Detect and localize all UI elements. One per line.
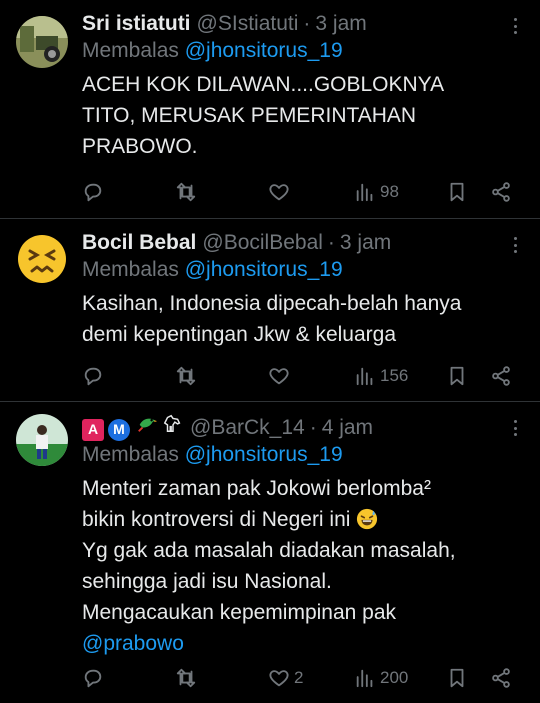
reply-prefix: Membalas: [82, 39, 179, 62]
horse-icon: [163, 414, 181, 432]
timestamp[interactable]: 3 jam: [340, 229, 391, 256]
bookmark-button[interactable]: [446, 364, 468, 388]
reply-mention-link[interactable]: @jhonsitorus_19: [185, 258, 343, 281]
reply-mention-link[interactable]: @jhonsitorus_19: [185, 443, 343, 466]
share-button[interactable]: [490, 364, 512, 388]
retweet-icon: [175, 181, 197, 203]
avatar[interactable]: [16, 414, 68, 466]
like-icon: [268, 181, 290, 203]
share-button[interactable]: [490, 666, 512, 690]
tweet-text-line-with-emoji: bikin kontroversi di Negeri ini: [82, 504, 524, 535]
reply-mention-link[interactable]: @jhonsitorus_19: [185, 39, 343, 62]
reply-icon: [82, 365, 104, 387]
tweet-text: ACEH KOK DILAWAN....GOBLOKNYA TITO, MERU…: [82, 73, 445, 158]
share-button[interactable]: [490, 180, 512, 204]
views-count: 200: [380, 668, 409, 687]
reply-button[interactable]: [82, 364, 104, 388]
reply-context: Membalas @jhonsitorus_19: [82, 37, 524, 65]
reply-prefix: Membalas: [82, 258, 179, 281]
views-button[interactable]: 200: [354, 666, 408, 690]
more-options-icon[interactable]: [510, 233, 520, 257]
retweet-icon: [175, 667, 197, 689]
views-icon: [354, 365, 376, 387]
separator-dot: ·: [327, 231, 335, 254]
parrot-icon: [138, 418, 158, 432]
retweet-button[interactable]: [175, 180, 197, 204]
tweet-1[interactable]: Sri istiatuti @SIstiatuti · 3 jam Membal…: [0, 0, 540, 219]
reply-button[interactable]: [82, 666, 104, 690]
reply-icon: [82, 181, 104, 203]
avatar[interactable]: [16, 233, 68, 285]
reply-context: Membalas @jhonsitorus_19: [82, 256, 524, 284]
avatar[interactable]: [16, 16, 68, 68]
more-options-icon[interactable]: [510, 416, 520, 440]
confounded-face-icon: [18, 235, 66, 283]
bookmark-button[interactable]: [446, 180, 468, 204]
action-bar: 98: [0, 180, 540, 204]
views-button[interactable]: 98: [354, 180, 399, 204]
user-handle[interactable]: @SIstiatuti: [197, 10, 299, 37]
display-name[interactable]: Bocil Bebal: [82, 229, 196, 256]
reply-icon: [82, 667, 104, 689]
user-handle[interactable]: @BarCk_14: [190, 414, 305, 441]
views-count: 156: [380, 366, 409, 385]
tweet-text-line: bikin kontroversi di Negeri ini: [82, 508, 351, 531]
separator-dot: ·: [303, 12, 311, 35]
retweet-icon: [175, 365, 197, 387]
tweet-3[interactable]: A M @BarCk_14 · 4 jam Membalas @jhonsito…: [0, 402, 540, 703]
tweet-text-line: Yg gak ada masalah diadakan masalah,: [82, 539, 456, 562]
tweet-text-line: Menteri zaman pak Jokowi berlomba²: [82, 477, 431, 500]
action-bar: 156: [0, 364, 540, 388]
views-count: 98: [380, 182, 399, 201]
bookmark-icon: [446, 181, 468, 203]
like-icon: [268, 365, 290, 387]
badge-m: M: [108, 418, 130, 441]
tweet-text: Kasihan, Indonesia dipecah-belah hanya d…: [82, 292, 462, 346]
like-button[interactable]: [268, 364, 290, 388]
display-name[interactable]: Sri istiatuti: [82, 10, 191, 37]
mention-link[interactable]: @prabowo: [82, 628, 524, 659]
retweet-button[interactable]: [175, 364, 197, 388]
avatar-image: [16, 16, 68, 68]
badge-a: A: [82, 418, 104, 441]
share-icon: [490, 667, 512, 689]
like-button[interactable]: 2: [268, 666, 303, 690]
reply-context: Membalas @jhonsitorus_19: [82, 441, 524, 469]
tweet-text: Menteri zaman pak Jokowi berlomba² bikin…: [82, 473, 524, 659]
grinning-sweat-emoji-icon: [357, 508, 378, 530]
tweet-2[interactable]: Bocil Bebal @BocilBebal · 3 jam Membalas…: [0, 219, 540, 402]
like-count: 2: [294, 668, 304, 687]
share-icon: [490, 365, 512, 387]
reply-button[interactable]: [82, 180, 104, 204]
tweet-text-line: Mengacaukan kepemimpinan pak: [82, 601, 397, 624]
bookmark-icon: [446, 667, 468, 689]
reply-prefix: Membalas: [82, 443, 179, 466]
retweet-button[interactable]: [175, 666, 197, 690]
views-button[interactable]: 156: [354, 364, 408, 388]
share-icon: [490, 181, 512, 203]
avatar-image: [16, 414, 68, 466]
separator-dot: ·: [309, 416, 317, 439]
like-icon: [268, 667, 290, 689]
views-icon: [354, 181, 376, 203]
action-bar: 2 200: [0, 666, 540, 690]
tweet-text-line: sehingga jadi isu Nasional.: [82, 570, 332, 593]
bookmark-button[interactable]: [446, 666, 468, 690]
user-handle[interactable]: @BocilBebal: [202, 229, 323, 256]
views-icon: [354, 667, 376, 689]
timestamp[interactable]: 4 jam: [322, 414, 373, 441]
more-options-icon[interactable]: [510, 14, 520, 38]
like-button[interactable]: [268, 180, 290, 204]
bookmark-icon: [446, 365, 468, 387]
timestamp[interactable]: 3 jam: [315, 10, 366, 37]
